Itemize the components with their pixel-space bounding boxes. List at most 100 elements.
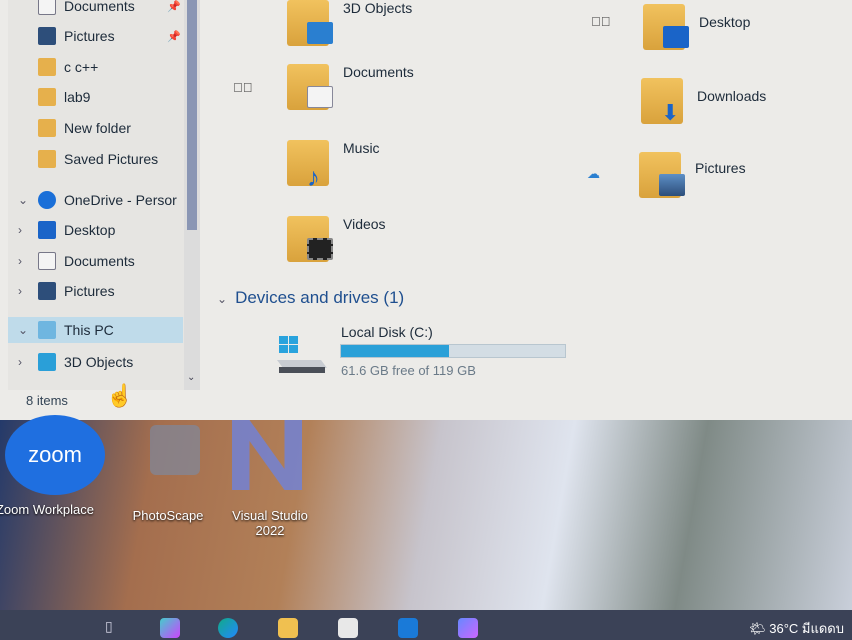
- nav-item[interactable]: Documents 📌: [8, 0, 183, 19]
- nav-item[interactable]: New folder: [8, 115, 183, 141]
- desktop-wallpaper: zoom Zoom Workplace PhotoScape Visual St…: [0, 415, 852, 610]
- pin-icon: 📌: [167, 0, 181, 13]
- documents-icon: [38, 0, 56, 15]
- store-icon[interactable]: [338, 618, 358, 638]
- chevron-right-icon[interactable]: ›: [18, 254, 32, 268]
- nav-scrollbar[interactable]: ⌄: [184, 0, 200, 390]
- nav-item[interactable]: Saved Pictures: [8, 146, 183, 172]
- folder-label: Desktop: [699, 14, 751, 30]
- zoom-logo-icon: zoom: [5, 415, 105, 495]
- section-label: Devices and drives (1): [235, 288, 405, 307]
- pin-icon: 📌: [167, 30, 181, 43]
- photoscape-icon: [150, 425, 200, 475]
- drive-usage-bar: [340, 344, 566, 358]
- taskbar: ▯ 🌤 36°C มีแดดบ: [0, 610, 852, 640]
- nav-item-label: c c++: [64, 59, 99, 75]
- nav-item-label: 3D Objects: [64, 354, 134, 370]
- drive-usage-fill: [341, 345, 449, 357]
- folder-label: Documents: [343, 64, 414, 80]
- app-icon[interactable]: [458, 618, 478, 638]
- nav-item-label: Documents: [64, 0, 135, 14]
- drive-name: Local Disk (C:): [341, 324, 433, 340]
- folder-icon: [38, 58, 56, 76]
- weather-text: มีแดดบ: [801, 621, 844, 636]
- nav-item[interactable]: › 3D Objects: [8, 349, 183, 375]
- videos-folder-icon: [287, 216, 333, 262]
- documents-icon: [38, 252, 56, 270]
- nav-item-label: OneDrive - Persor: [64, 192, 177, 208]
- task-view-icon[interactable]: ▯: [105, 618, 125, 638]
- synced-check-icon: ✓⃝: [591, 14, 611, 29]
- nav-item-label: Documents: [64, 253, 135, 269]
- weather-widget[interactable]: 🌤 36°C มีแดดบ: [749, 618, 844, 639]
- folder-icon: [38, 119, 56, 137]
- folder-downloads[interactable]: ⬇ Downloads: [641, 78, 767, 125]
- nav-item[interactable]: › Pictures: [8, 278, 183, 304]
- nav-item-label: This PC: [64, 322, 114, 338]
- folder-desktop[interactable]: Desktop: [643, 4, 750, 50]
- file-explorer-taskbar-icon[interactable]: [278, 618, 298, 638]
- devices-and-drives-header[interactable]: ⌄ Devices and drives (1): [217, 288, 404, 308]
- nav-item-label: Saved Pictures: [64, 151, 159, 167]
- cloud-status-icon: ☁: [587, 166, 600, 181]
- content-pane: 3D Objects Desktop Documents ⬇ Downloads …: [205, 0, 852, 420]
- file-explorer-window: Documents 📌 Pictures 📌 c c++ lab9 New folder Sa…: [0, 0, 852, 420]
- navigation-pane: Documents 📌 Pictures 📌 c c++ lab9 New folder Sa…: [8, 0, 200, 390]
- status-bar-item-count: 8 items: [26, 393, 68, 408]
- desktop-icon-zoom-workplace[interactable]: Zoom Workplace: [0, 502, 95, 517]
- music-folder-icon: ♪: [287, 140, 329, 192]
- folder-pictures[interactable]: Pictures: [639, 152, 746, 198]
- scrollbar-thumb[interactable]: [187, 0, 197, 230]
- nav-item-label: Pictures: [64, 28, 115, 44]
- 3d-objects-icon: [38, 353, 56, 371]
- downloads-folder-icon: ⬇: [641, 78, 683, 125]
- drive-windows-icon: [277, 336, 327, 373]
- desktop-icon-visual-studio[interactable]: Visual Studio 2022: [230, 508, 310, 538]
- folder-label: 3D Objects: [343, 0, 413, 16]
- nav-item-label: New folder: [64, 120, 131, 136]
- chevron-right-icon[interactable]: ›: [18, 284, 32, 298]
- hand-cursor-icon: ☝: [106, 383, 134, 408]
- chevron-down-icon[interactable]: ⌄: [18, 323, 32, 337]
- desktop-icon: [38, 221, 56, 239]
- nav-item[interactable]: ⌄ OneDrive - Persor: [8, 187, 183, 213]
- chevron-down-icon: ⌄: [217, 292, 228, 306]
- chevron-down-icon[interactable]: ⌄: [18, 193, 32, 207]
- folder-icon: [38, 150, 56, 168]
- documents-folder-icon: [287, 64, 333, 110]
- desktop-folder-icon: [643, 4, 689, 50]
- nav-item-label: Desktop: [64, 222, 116, 238]
- nav-item[interactable]: lab9: [8, 84, 183, 110]
- pictures-icon: [38, 282, 56, 300]
- folder-label: Pictures: [695, 160, 746, 176]
- folder-label: Downloads: [697, 88, 767, 104]
- folder-documents[interactable]: Documents: [287, 64, 414, 110]
- chevron-right-icon[interactable]: ›: [18, 355, 32, 369]
- folder-label: Videos: [343, 216, 386, 232]
- chevron-right-icon[interactable]: ›: [18, 223, 32, 237]
- synced-check-icon: ✓⃝: [233, 80, 253, 95]
- folder-3d-objects[interactable]: 3D Objects: [287, 0, 412, 46]
- nav-item[interactable]: ⌄ This PC: [8, 317, 183, 343]
- copilot-icon[interactable]: [160, 618, 180, 638]
- outlook-icon[interactable]: [398, 618, 418, 638]
- nav-item-label: Pictures: [64, 283, 115, 299]
- computer-icon: [38, 321, 56, 339]
- scroll-down-icon[interactable]: ⌄: [187, 372, 195, 383]
- 3d-objects-folder-icon: [287, 0, 333, 46]
- nav-item[interactable]: c c++: [8, 54, 183, 80]
- visual-studio-icon: [232, 420, 302, 490]
- folder-videos[interactable]: Videos: [287, 216, 386, 262]
- edge-icon[interactable]: [218, 618, 238, 638]
- folder-music[interactable]: ♪ Music: [287, 140, 380, 192]
- nav-item[interactable]: Pictures 📌: [8, 23, 183, 49]
- temperature: 36°C: [769, 621, 799, 636]
- cloud-icon: [38, 191, 56, 209]
- drive-free-space: 61.6 GB free of 119 GB: [341, 363, 476, 378]
- nav-item-label: lab9: [64, 89, 91, 105]
- desktop-icon-photoscape[interactable]: PhotoScape: [118, 508, 218, 523]
- nav-item[interactable]: › Documents: [8, 248, 183, 274]
- pictures-folder-icon: [639, 152, 685, 198]
- pictures-icon: [38, 27, 56, 45]
- nav-item[interactable]: › Desktop: [8, 217, 183, 243]
